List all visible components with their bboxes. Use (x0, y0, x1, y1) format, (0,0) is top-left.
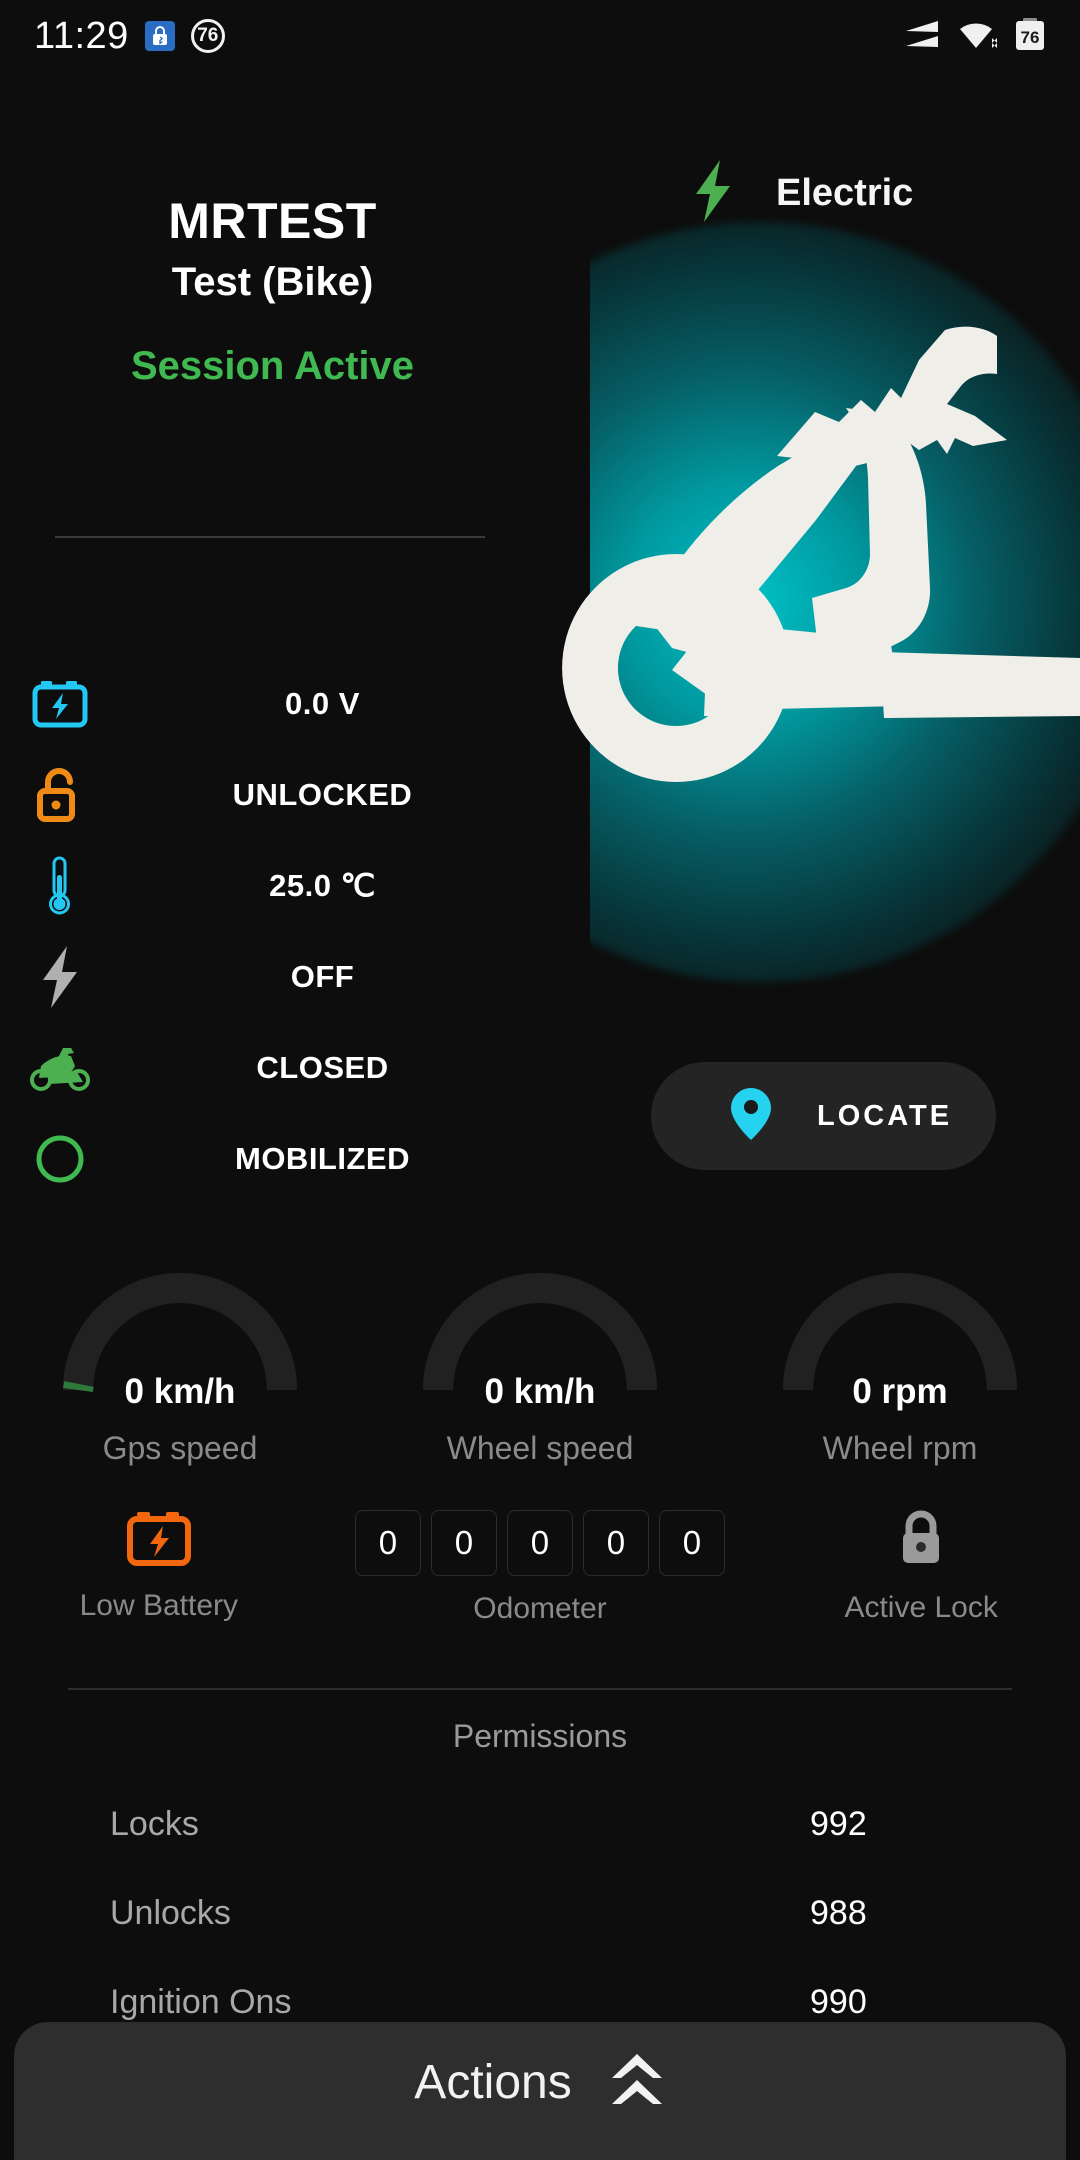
lock-bluetooth-icon (144, 21, 175, 51)
gauge-label-wheel-rpm: Wheel rpm (822, 1430, 978, 1466)
metric-odometer: 0 0 0 0 0 Odometer (318, 1510, 763, 1626)
powertrain-label: Electric (776, 172, 914, 214)
powertrain-indicator: Electric (690, 160, 913, 227)
status-value-lock: UNLOCKED (232, 776, 413, 812)
vehicle-status-list: 0.0 V UNLOCKED 25.0 ℃ OFF CLOSED MOBILIZ… (0, 658, 545, 1204)
double-chevron-up-icon[interactable] (608, 2052, 666, 2113)
permission-row-locks: Locks 992 (0, 1780, 1080, 1869)
odometer-digit: 0 (506, 1510, 573, 1576)
wifi-icon (957, 18, 999, 55)
status-bar-right: 76 (904, 17, 1046, 56)
status-value-mobilization: MOBILIZED (235, 1140, 410, 1176)
permission-value: 992 (810, 1805, 867, 1843)
cell-signal-icon (904, 19, 942, 54)
locate-button[interactable]: LOCATE (651, 1062, 996, 1170)
padlock-unlocked-icon (0, 767, 120, 823)
metric-label-active-lock: Active Lock (844, 1591, 998, 1624)
status-row-voltage: 0.0 V (0, 658, 545, 749)
odometer-digit: 0 (658, 1510, 725, 1576)
status-value-ignition: OFF (290, 958, 355, 994)
lightning-bolt-icon (690, 160, 736, 227)
vehicle-model: Test (Bike) (171, 260, 374, 304)
status-bar: 11:29 76 76 (0, 0, 1080, 72)
permission-name: Unlocks (110, 1894, 231, 1932)
metric-label-odometer: Odometer (473, 1592, 607, 1625)
padlock-locked-icon (893, 1510, 949, 1575)
odometer-digit: 0 (354, 1510, 421, 1576)
battery-low-icon (126, 1510, 192, 1573)
status-row-seat: CLOSED (0, 1022, 545, 1113)
permission-value: 988 (810, 1894, 867, 1932)
lightning-bolt-icon (0, 945, 120, 1008)
status-bar-left: 11:29 76 (34, 15, 225, 58)
app-screen: 11:29 76 76 Electric MRTEST Test (Bike) … (0, 0, 1080, 2160)
svg-text:76: 76 (1021, 28, 1040, 47)
scooter-icon (0, 1044, 120, 1092)
gauge-gps-speed: 0 km/h Gps speed (0, 1268, 360, 1468)
status-row-lock: UNLOCKED (0, 749, 545, 840)
permissions-title: Permissions (452, 1718, 628, 1754)
dnd-badge-icon: 76 (190, 19, 225, 53)
gauge-wheel-speed: 0 km/h Wheel speed (360, 1268, 720, 1468)
hero-divider (55, 536, 485, 538)
status-value-temperature: 25.0 ℃ (269, 867, 376, 903)
metric-low-battery: Low Battery (0, 1510, 318, 1623)
permission-row-unlocks: Unlocks 988 (0, 1869, 1080, 1958)
session-status: Session Active (130, 344, 415, 388)
status-bar-clock: 11:29 (34, 14, 129, 57)
locate-button-label: LOCATE (817, 1099, 953, 1132)
circle-outline-icon (0, 1133, 120, 1185)
status-row-mobilization: MOBILIZED (0, 1113, 545, 1204)
vehicle-name: MRTEST (168, 193, 377, 249)
map-pin-icon (729, 1086, 773, 1147)
gauge-row: 0 km/h Gps speed 0 km/h Wheel speed 0 rp… (0, 1268, 1080, 1468)
metrics-row: Low Battery 0 0 0 0 0 Odometer Active Lo… (0, 1510, 1080, 1640)
permission-name: Ignition Ons (110, 1983, 292, 2021)
permissions-list: Locks 992 Unlocks 988 Ignition Ons 990 (0, 1780, 1080, 2047)
status-row-ignition: OFF (0, 931, 545, 1022)
gauge-wheel-rpm: 0 rpm Wheel rpm (720, 1268, 1080, 1468)
odometer-digit: 0 (582, 1510, 649, 1576)
metric-label-low-battery: Low Battery (79, 1589, 239, 1622)
gauge-value-gps-speed: 0 km/h (124, 1372, 236, 1411)
gauge-value-wheel-speed: 0 km/h (484, 1372, 596, 1411)
status-value-seat: CLOSED (256, 1049, 389, 1085)
battery-icon: 76 (1014, 17, 1046, 56)
actions-bottom-sheet[interactable]: Actions (14, 2022, 1066, 2160)
gauge-label-gps-speed: Gps speed (102, 1430, 258, 1466)
thermometer-icon (0, 855, 120, 917)
metric-active-lock: Active Lock (762, 1510, 1080, 1625)
permission-name: Locks (110, 1805, 199, 1843)
odometer-digits: 0 0 0 0 0 (354, 1510, 725, 1576)
permissions-divider (68, 1688, 1012, 1690)
gauge-value-wheel-rpm: 0 rpm (852, 1372, 948, 1411)
battery-bolt-icon (0, 679, 120, 729)
status-value-voltage: 0.0 V (285, 685, 360, 721)
permission-value: 990 (810, 1983, 867, 2021)
scooter-silhouette-image (562, 326, 1080, 782)
gauge-label-wheel-speed: Wheel speed (446, 1430, 634, 1466)
status-row-temperature: 25.0 ℃ (0, 840, 545, 931)
actions-label: Actions (414, 2055, 572, 2109)
odometer-digit: 0 (430, 1510, 497, 1576)
